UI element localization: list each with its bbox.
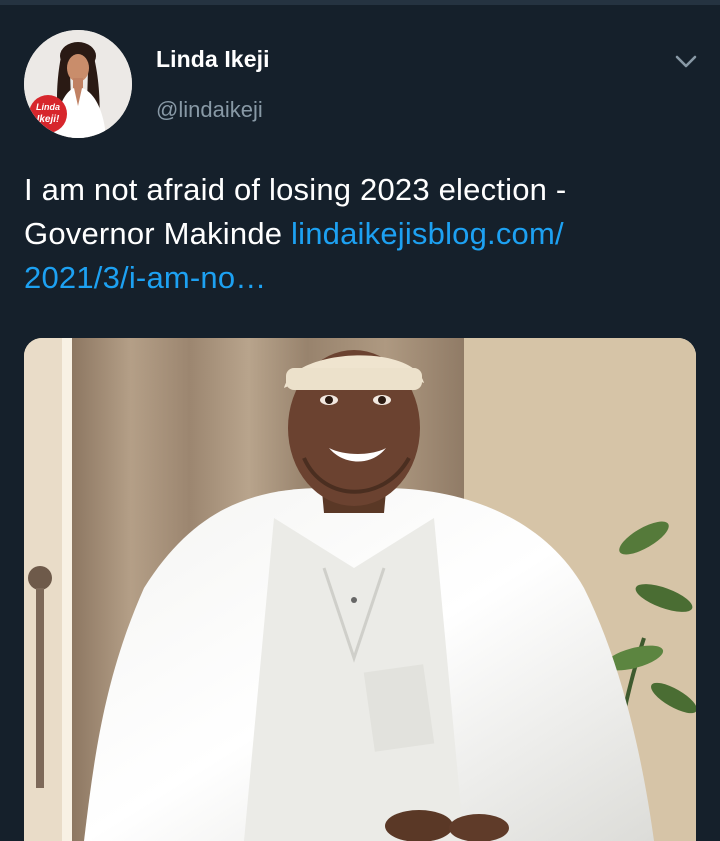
chevron-down-icon[interactable] — [672, 50, 700, 74]
svg-text:Linda: Linda — [36, 102, 60, 112]
author-name[interactable]: Linda Ikeji — [156, 46, 270, 73]
photo-governor-makinde — [24, 338, 696, 841]
tweet-text: I am not afraid of losing 2023 election … — [24, 168, 696, 300]
tweet-link-line1[interactable]: lindaikejisblog.com/ — [291, 216, 564, 251]
avatar-image: Linda Ikeji! — [24, 30, 132, 138]
tweet-card[interactable]: Linda Ikeji! Linda Ikeji @lindaikeji I a… — [0, 0, 720, 841]
svg-text:Ikeji!: Ikeji! — [37, 114, 60, 125]
author-handle[interactable]: @lindaikeji — [156, 97, 263, 123]
divider — [0, 0, 720, 5]
avatar[interactable]: Linda Ikeji! — [24, 30, 132, 138]
tweet-link-line2[interactable]: 2021/3/i-am-no… — [24, 260, 267, 295]
tweet-photo[interactable] — [24, 338, 696, 841]
